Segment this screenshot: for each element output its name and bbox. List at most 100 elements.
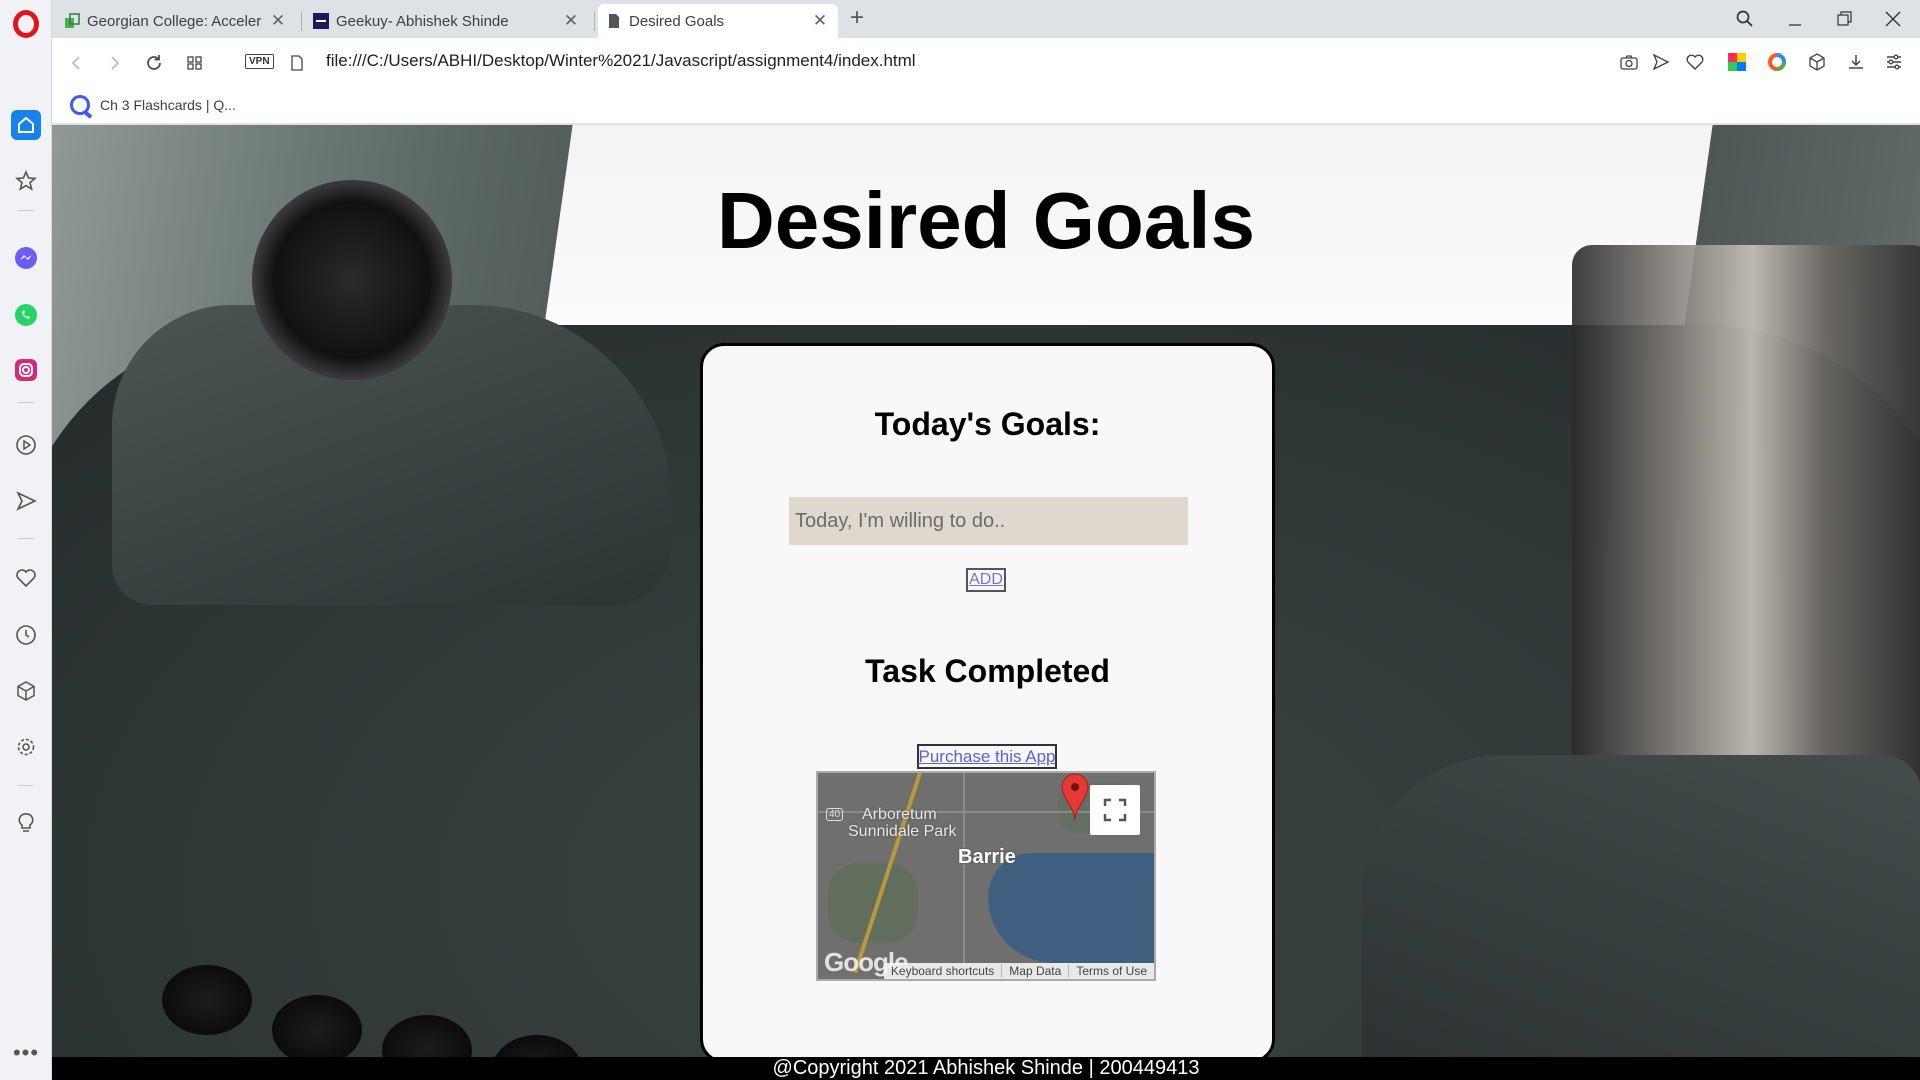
- whatsapp-icon: [15, 304, 37, 326]
- sidebar-whatsapp[interactable]: [0, 295, 52, 335]
- map-label-barrie: Barrie: [958, 846, 1016, 868]
- downloads-button[interactable]: [1844, 50, 1868, 74]
- easy-setup-button[interactable]: [1882, 50, 1906, 74]
- document-icon: [609, 14, 619, 28]
- send-icon: [16, 491, 37, 511]
- sidebar-flow[interactable]: [0, 481, 52, 521]
- minimize-icon: [1789, 24, 1801, 26]
- close-tab-icon[interactable]: ✕: [561, 11, 581, 31]
- bookmark-quizlet[interactable]: Ch 3 Flashcards | Q...: [70, 95, 236, 115]
- snapshot-button[interactable]: [1617, 50, 1641, 74]
- map-fullscreen-button[interactable]: [1090, 785, 1140, 835]
- home-icon: [11, 110, 41, 140]
- map-data-link[interactable]: Map Data: [1001, 964, 1068, 978]
- map-footer: Keyboard shortcuts Map Data Terms of Use: [883, 963, 1154, 979]
- tab-title: Geekuy- Abhishek Shinde: [336, 12, 509, 30]
- close-icon: [1885, 11, 1901, 27]
- sidebar-settings[interactable]: [0, 727, 52, 767]
- tab-overview-button[interactable]: [182, 50, 208, 76]
- minimize-button[interactable]: [1772, 0, 1818, 38]
- geekuy-favicon-icon: [313, 13, 329, 29]
- star-icon: [15, 170, 37, 191]
- close-window-button[interactable]: [1870, 0, 1916, 38]
- page-viewport: Desired Goals Today's Goals: ADD Task Co…: [52, 125, 1920, 1080]
- url-field[interactable]: file:///C:/Users/ABHI/Desktop/Winter%202…: [326, 51, 916, 71]
- background-typewriter-right: [1362, 755, 1920, 1080]
- search-icon: [1736, 10, 1753, 27]
- restore-icon: [1837, 11, 1852, 26]
- embedded-map[interactable]: 40 Arboretum Sunnidale Park Barrie Googl…: [816, 771, 1156, 981]
- map-pin-icon[interactable]: [1060, 773, 1090, 821]
- close-tab-icon[interactable]: ✕: [810, 11, 830, 31]
- todays-goals-heading: Today's Goals:: [874, 406, 1101, 442]
- purchase-app-link[interactable]: Purchase this App: [917, 744, 1057, 769]
- clock-icon: [16, 625, 36, 645]
- bookmark-label: Ch 3 Flashcards | Q...: [100, 97, 236, 113]
- gear-icon: [17, 738, 35, 756]
- opera-sidebar: •••: [0, 0, 52, 1080]
- map-label-arboretum: Arboretum: [862, 806, 937, 823]
- tab-strip: Georgian College: Accelera ✕ Geekuy- Abh…: [52, 0, 1920, 38]
- georgian-college-favicon-icon: [65, 13, 80, 28]
- add-bookmark-button[interactable]: [1683, 50, 1707, 74]
- quizlet-icon: [70, 95, 90, 115]
- address-bar: VPN file:///C:/Users/ABHI/Desktop/Winter…: [52, 38, 1920, 86]
- sidebar-history[interactable]: [0, 615, 52, 655]
- tab-georgian-college[interactable]: Georgian College: Accelera ✕: [56, 4, 296, 38]
- close-tab-icon[interactable]: ✕: [268, 11, 288, 31]
- sidebar-instagram[interactable]: [0, 350, 52, 390]
- color-palette-icon: [1728, 53, 1746, 71]
- play-circle-icon: [16, 435, 36, 455]
- extension-ring-button[interactable]: [1765, 50, 1789, 74]
- sidebar-messenger[interactable]: [0, 238, 52, 278]
- opera-logo-icon[interactable]: [13, 10, 39, 38]
- extension-color-button[interactable]: [1725, 50, 1749, 74]
- fullscreen-icon: [1103, 798, 1127, 822]
- back-button[interactable]: [63, 50, 89, 76]
- grid-icon: [187, 56, 202, 70]
- messenger-icon: [15, 247, 37, 269]
- settings-sliders-icon: [1887, 54, 1901, 70]
- sidebar-more-icon[interactable]: •••: [0, 1040, 52, 1066]
- instagram-icon: [15, 359, 37, 381]
- tab-search-button[interactable]: [1722, 0, 1768, 38]
- add-button[interactable]: ADD: [966, 568, 1006, 592]
- sidebar-home[interactable]: [0, 105, 52, 145]
- terms-of-use-link[interactable]: Terms of Use: [1068, 964, 1154, 978]
- reload-icon: [147, 55, 161, 70]
- restore-button[interactable]: [1821, 0, 1867, 38]
- forward-button[interactable]: [102, 50, 128, 76]
- cube-icon: [1809, 53, 1825, 71]
- file-icon: [291, 55, 303, 71]
- new-tab-plus-icon[interactable]: +: [850, 4, 864, 32]
- heart-icon: [16, 569, 36, 588]
- sidebar-speed-dial[interactable]: [0, 161, 52, 201]
- page-title: Desired Goals: [716, 176, 1255, 265]
- camera-icon: [1620, 55, 1638, 70]
- sidebar-tips[interactable]: [0, 803, 52, 843]
- keyboard-shortcuts-link[interactable]: Keyboard shortcuts: [884, 964, 1001, 978]
- lightbulb-icon: [18, 813, 34, 832]
- tab-title: Georgian College: Accelera: [87, 12, 262, 30]
- heart-icon: [1686, 54, 1704, 70]
- sidebar-bookmarks[interactable]: [0, 558, 52, 598]
- tab-geekuy[interactable]: Geekuy- Abhishek Shinde ✕: [305, 4, 589, 38]
- forward-arrow-icon: [111, 56, 120, 70]
- task-completed-heading: Task Completed: [865, 653, 1110, 689]
- send-to-flow-button[interactable]: [1649, 50, 1673, 74]
- sidebar-player[interactable]: [0, 425, 52, 465]
- download-icon: [1849, 55, 1863, 69]
- send-icon: [1652, 53, 1670, 71]
- sidebar-extensions[interactable]: [0, 671, 52, 711]
- tab-desired-goals[interactable]: Desired Goals ✕: [598, 4, 838, 38]
- reload-button[interactable]: [141, 50, 167, 76]
- bookmarks-bar: Ch 3 Flashcards | Q...: [52, 86, 1920, 124]
- color-ring-icon: [1768, 53, 1786, 71]
- goal-input[interactable]: [789, 497, 1188, 545]
- vpn-badge[interactable]: VPN: [245, 54, 274, 69]
- tab-title: Desired Goals: [629, 12, 725, 30]
- page-footer: @Copyright 2021 Abhishek Shinde | 200449…: [52, 1057, 1920, 1080]
- highway-marker: 40: [826, 808, 844, 821]
- extensions-button[interactable]: [1805, 50, 1829, 74]
- page-info-button[interactable]: [284, 50, 310, 76]
